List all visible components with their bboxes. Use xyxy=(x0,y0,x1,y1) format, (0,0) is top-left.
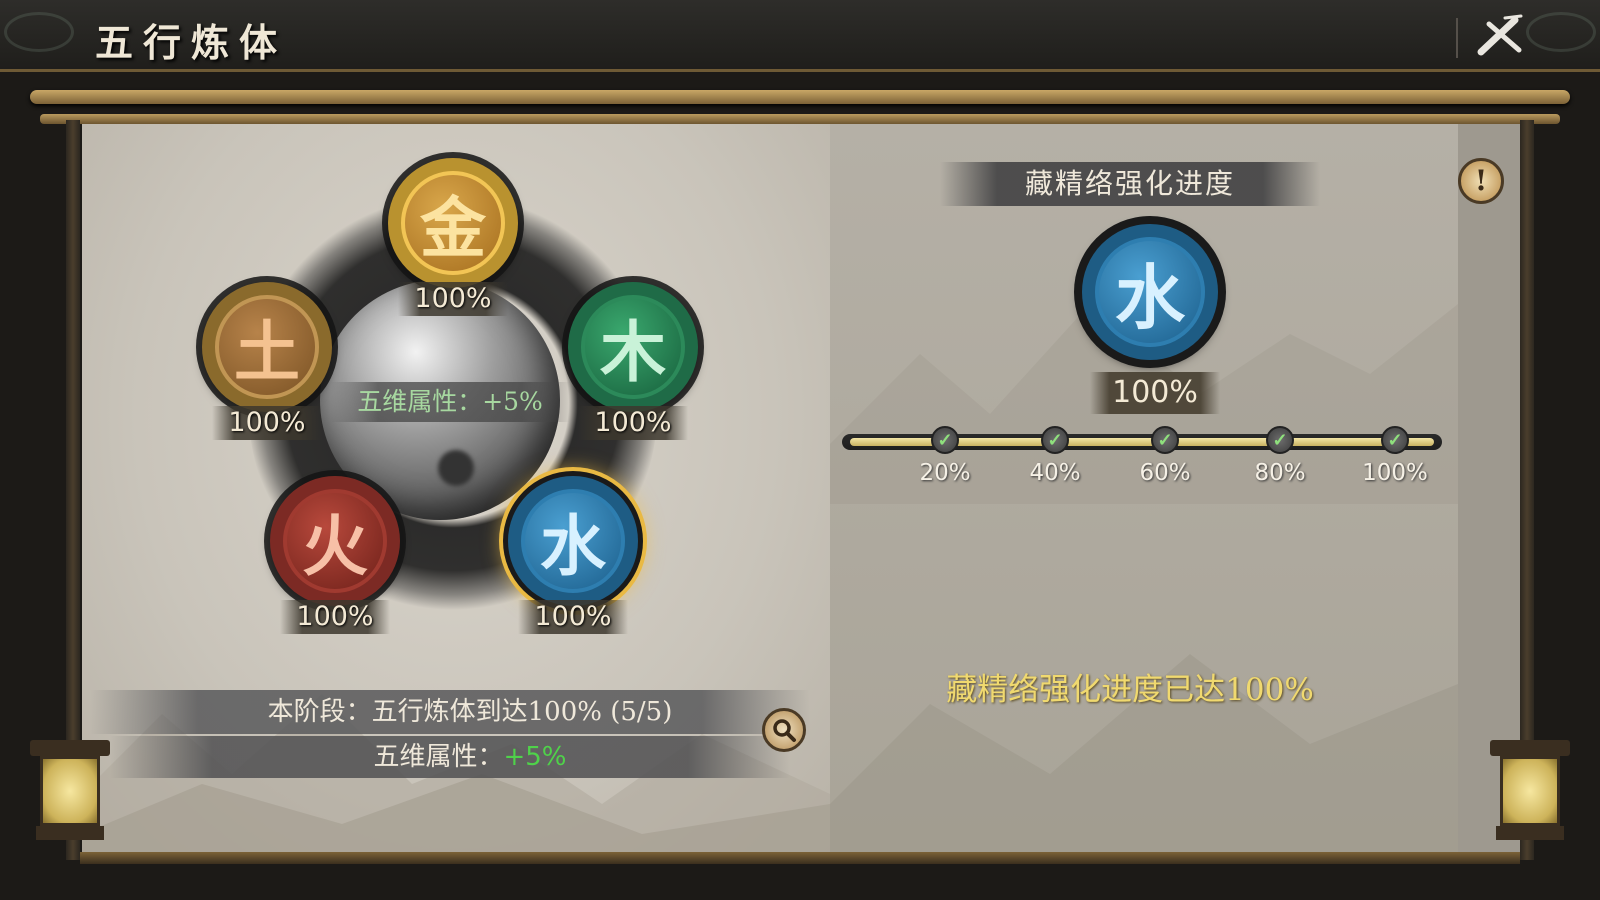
element-metal[interactable]: 金 100% xyxy=(388,158,518,316)
water-percent: 100% xyxy=(518,600,628,634)
milestone-label: 100% xyxy=(1362,460,1428,486)
milestone-label: 80% xyxy=(1254,460,1306,486)
milestone-1: ✓ 20% xyxy=(910,426,980,486)
milestone-label: 60% xyxy=(1139,460,1191,486)
progress-header: 藏精络强化进度 xyxy=(940,162,1320,206)
title-bar: 五行炼体 xyxy=(0,0,1600,72)
info-icon: ! xyxy=(1474,164,1488,197)
check-icon: ✓ xyxy=(1151,426,1179,454)
lantern-decor xyxy=(1490,740,1570,850)
frame-rail xyxy=(80,852,1520,864)
metal-percent: 100% xyxy=(398,282,508,316)
lantern-decor xyxy=(30,740,110,850)
element-fire[interactable]: 火 100% xyxy=(270,476,400,634)
close-button[interactable] xyxy=(1472,14,1528,58)
selected-element-glyph: 水 xyxy=(1095,237,1205,347)
search-icon xyxy=(773,719,796,742)
selected-element-badge: 水 xyxy=(1082,224,1218,360)
check-icon: ✓ xyxy=(1381,426,1409,454)
page-title: 五行炼体 xyxy=(95,20,288,65)
check-icon: ✓ xyxy=(1266,426,1294,454)
fire-glyph: 火 xyxy=(283,489,387,593)
stage-attribute: 五维属性：+5% xyxy=(110,736,790,778)
earth-percent: 100% xyxy=(212,406,322,440)
wood-glyph: 木 xyxy=(581,295,685,399)
frame-rail xyxy=(30,90,1570,104)
check-icon: ✓ xyxy=(931,426,959,454)
stage-progress-text: 本阶段：五行炼体到达100% (5/5) xyxy=(90,690,810,734)
milestone-5: ✓ 100% xyxy=(1360,426,1430,486)
cloud-ornament xyxy=(1526,12,1596,52)
completion-message: 藏精络强化进度已达100% xyxy=(946,672,1314,708)
frame-rail xyxy=(40,114,1560,124)
info-button[interactable]: ! xyxy=(1458,158,1504,204)
water-glyph: 水 xyxy=(521,489,625,593)
milestone-3: ✓ 60% xyxy=(1130,426,1200,486)
earth-glyph: 土 xyxy=(215,295,319,399)
element-water[interactable]: 水 100% xyxy=(508,476,638,634)
close-icon xyxy=(1477,14,1523,56)
divider xyxy=(1456,18,1458,58)
milestone-label: 40% xyxy=(1029,460,1081,486)
milestone-2: ✓ 40% xyxy=(1020,426,1090,486)
check-icon: ✓ xyxy=(1041,426,1069,454)
fire-percent: 100% xyxy=(280,600,390,634)
wood-percent: 100% xyxy=(578,406,688,440)
attr-label: 五维属性： xyxy=(373,742,504,772)
element-wood[interactable]: 木 100% xyxy=(568,282,698,440)
selected-element-percent: 100% xyxy=(1090,372,1220,414)
search-button[interactable] xyxy=(762,708,806,752)
metal-glyph: 金 xyxy=(401,171,505,275)
milestone-4: ✓ 80% xyxy=(1245,426,1315,486)
attr-value: +5% xyxy=(503,742,567,772)
center-attribute-label: 五维属性：+5% xyxy=(330,382,570,422)
milestone-label: 20% xyxy=(919,460,971,486)
element-earth[interactable]: 土 100% xyxy=(202,282,332,440)
cloud-ornament xyxy=(4,12,74,52)
